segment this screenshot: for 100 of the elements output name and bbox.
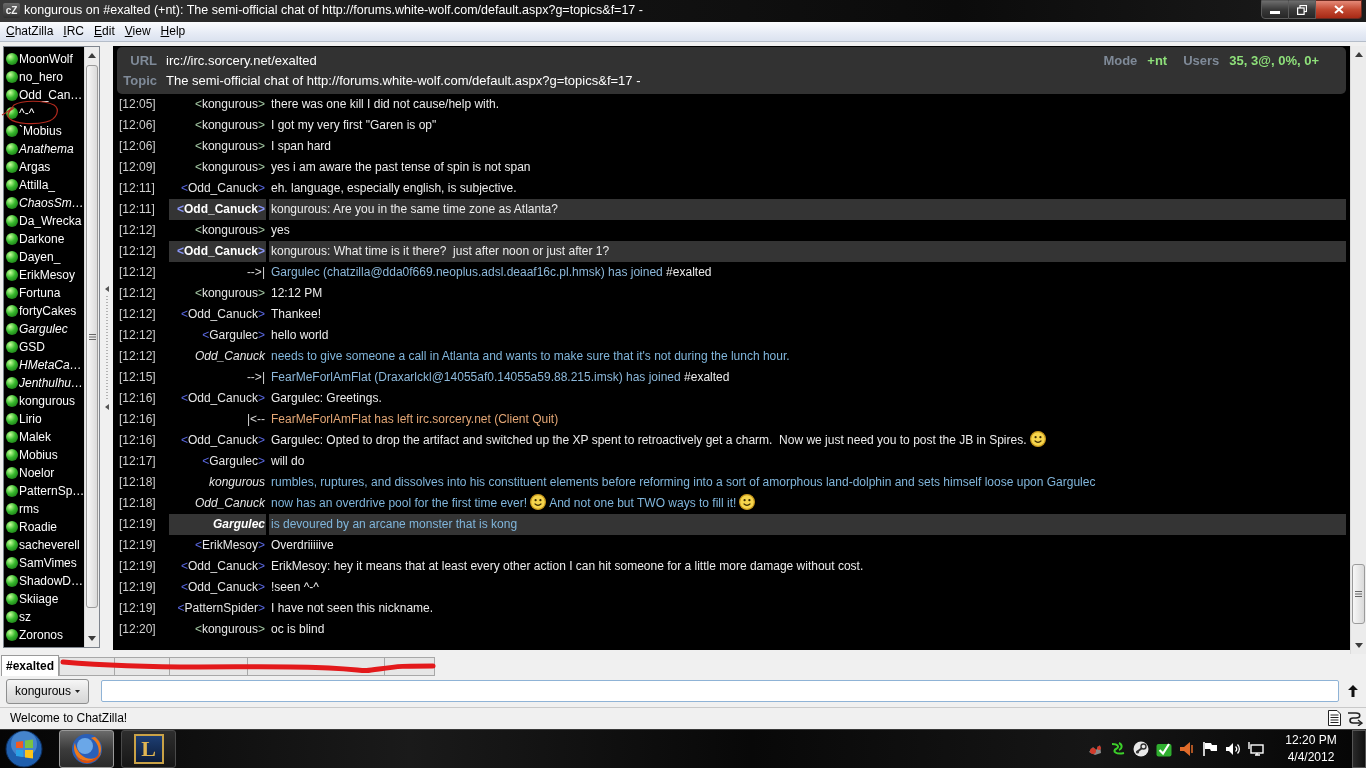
nick-label[interactable]: kongurous (208, 472, 265, 494)
flag-icon[interactable] (1202, 740, 1218, 757)
nick-label[interactable]: <Odd_Canuck> (180, 304, 265, 326)
menu-item[interactable]: Edit (89, 22, 120, 42)
nick-label[interactable]: <kongurous> (194, 283, 265, 305)
user-list-item[interactable]: sacheverell (6, 536, 85, 555)
scrollbar[interactable] (84, 47, 99, 648)
url-label: URL (129, 51, 157, 70)
nick-label[interactable]: <kongurous> (194, 94, 265, 116)
taskbar-app-button[interactable] (59, 729, 114, 768)
nick-label[interactable]: <kongurous> (194, 115, 265, 137)
squiggle-arrow-icon[interactable] (1347, 710, 1363, 727)
user-name: rms (19, 501, 39, 518)
user-name: PatternSp… (19, 483, 85, 500)
channel-tab[interactable]: #exalted (1, 655, 60, 677)
splitter-grip-icon[interactable] (103, 286, 110, 411)
users-value: 35, 3@, 0%, 0+ (1229, 51, 1319, 70)
nick-label[interactable]: <ErikMesoy> (194, 535, 265, 557)
menu-item[interactable]: Help (155, 22, 191, 42)
user-list-item[interactable]: Argas (6, 158, 85, 177)
up-arrow-icon[interactable] (1347, 685, 1358, 698)
user-list-item[interactable]: ShadowD… (6, 572, 85, 591)
nick-label[interactable]: <Odd_Canuck> (180, 556, 265, 578)
scrollbar-thumb[interactable] (1352, 564, 1365, 625)
nick-label[interactable]: <kongurous> (194, 157, 265, 179)
user-list-item[interactable]: sz (6, 608, 85, 627)
nick-label[interactable]: <Odd_Canuck> (180, 577, 265, 599)
user-name: Darkone (19, 231, 65, 248)
speaker-icon[interactable] (1179, 740, 1195, 757)
scroll-down-arrow-icon[interactable] (88, 636, 97, 642)
join-marker: -->| (246, 369, 265, 387)
scroll-down-arrow-icon[interactable] (1354, 643, 1363, 649)
network-monitor-icon[interactable] (1248, 740, 1264, 757)
user-name: Lirio (19, 411, 42, 428)
user-list-item[interactable]: ChaosSm… (6, 194, 85, 213)
user-list-item[interactable]: SamVimes (6, 554, 85, 573)
message-text: kongurous: What time is it there? just after noon or just after 1? (271, 244, 610, 259)
message-text: Gargulec: Opted to drop the artifact and switched up the XP spent to retroactively get a charm. Now we just need you to post the JB in Spires. (271, 433, 1049, 448)
message-text: hello world (271, 328, 329, 343)
nickname-button[interactable]: kongurous (6, 678, 89, 704)
scrollbar[interactable] (1350, 46, 1366, 655)
user-list-item[interactable]: Skiiage (6, 590, 85, 609)
user-list-item[interactable]: kongurous (6, 392, 85, 411)
clock[interactable]: 12:20 PM 4/4/2012 (1278, 731, 1344, 766)
message-input[interactable] (101, 680, 1339, 703)
menu-item[interactable]: ChatZilla (1, 22, 59, 42)
document-icon[interactable] (1328, 710, 1341, 727)
user-list-item[interactable]: Darkone (6, 230, 85, 249)
user-list-item[interactable]: no_hero (6, 68, 85, 87)
user-list-item[interactable]: rms (6, 500, 85, 519)
restore-button[interactable] (1289, 0, 1316, 19)
scrollbar-thumb[interactable] (86, 65, 98, 609)
user-list-item[interactable]: Attilla_ (6, 176, 85, 195)
user-list-item[interactable]: Fortuna (6, 284, 85, 303)
menu-item[interactable]: View (119, 22, 156, 42)
user-list-item[interactable]: PatternSp… (6, 482, 85, 501)
mode-value: +nt (1147, 51, 1168, 70)
user-list-item[interactable]: `Mobius (6, 122, 85, 141)
nick-label[interactable]: <Gargulec> (202, 325, 265, 347)
close-button[interactable] (1316, 0, 1362, 19)
taskbar-app-button[interactable]: L (121, 729, 176, 768)
user-list-item[interactable]: Da_Wrecka (6, 212, 85, 231)
user-list-item[interactable]: Noelor (6, 464, 85, 483)
nick-label[interactable]: <Odd_Canuck> (180, 430, 265, 452)
user-list-item[interactable]: ErikMesoy (6, 266, 85, 285)
user-list-item[interactable]: Lirio (6, 410, 85, 429)
nick-label[interactable]: <Gargulec> (202, 451, 265, 473)
user-list-item[interactable]: HMetaCa… (6, 356, 85, 375)
nick-label[interactable]: <kongurous> (194, 220, 265, 242)
user-list-item[interactable]: Anathema (6, 140, 85, 159)
piston-disc-icon[interactable] (1133, 740, 1149, 757)
user-name: Dayen_ (19, 249, 61, 266)
user-list-item[interactable]: Roadie (6, 518, 85, 537)
scroll-up-arrow-icon[interactable] (1354, 52, 1363, 58)
user-list-item[interactable]: Odd_Can… (6, 86, 85, 105)
user-list-item[interactable]: Dayen_ (6, 248, 85, 267)
menu-item[interactable]: IRC (58, 22, 90, 42)
start-button[interactable] (4, 729, 44, 768)
user-list-item[interactable]: MoonWolf (6, 50, 85, 69)
nick-label[interactable]: <kongurous> (194, 619, 265, 641)
user-list-item[interactable]: Jenthulhu… (6, 374, 85, 393)
user-list-item[interactable]: fortyCakes (6, 302, 85, 321)
minimize-button[interactable] (1261, 0, 1289, 19)
nick-label[interactable]: <kongurous> (194, 136, 265, 158)
nick-label[interactable]: Odd_Canuck (194, 493, 265, 515)
user-name: ChaosSm… (19, 195, 84, 212)
user-list-item[interactable]: ^-^ (6, 104, 85, 123)
snake-icon[interactable] (1110, 740, 1126, 757)
user-list-item[interactable]: Mobius (6, 446, 85, 465)
scroll-up-arrow-icon[interactable] (88, 53, 97, 59)
user-list-item[interactable]: GSD (6, 338, 85, 357)
user-list-item[interactable]: Zoronos (6, 626, 85, 645)
nick-label[interactable]: <PatternSpider> (177, 598, 265, 620)
nick-label[interactable]: <Odd_Canuck> (180, 178, 265, 200)
timestamp: [12:12] (119, 285, 157, 303)
user-list-item[interactable]: Malek (6, 428, 85, 447)
timestamp: [12:06] (119, 117, 157, 135)
user-list-item[interactable]: Gargulec (6, 320, 85, 339)
nick-label[interactable]: Odd_Canuck (194, 346, 265, 368)
nick-label[interactable]: <Odd_Canuck> (180, 388, 265, 410)
